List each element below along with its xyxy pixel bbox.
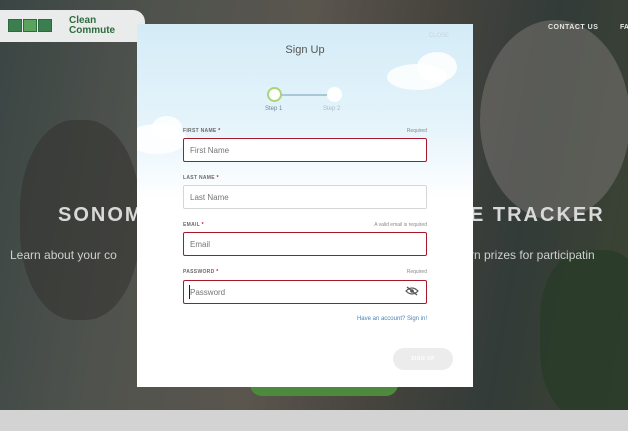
nav-item-partial[interactable]: FA — [620, 24, 628, 31]
step-2-label: Step 2 — [323, 106, 341, 112]
text-cursor — [189, 285, 190, 299]
step-1-label: Step 1 — [265, 106, 283, 112]
brand-name: Clean Commute — [69, 16, 115, 36]
signup-modal: CLOSE Sign Up Step 1 Step 2 FIRST NAME *… — [137, 24, 473, 387]
password-input[interactable] — [183, 280, 427, 304]
sign-up-button[interactable]: SIGN UP — [393, 348, 453, 370]
close-button[interactable]: CLOSE — [429, 33, 449, 39]
email-hint: A valid email is required — [374, 222, 427, 228]
password-label: PASSWORD * — [183, 269, 219, 275]
password-field — [137, 279, 473, 305]
email-input[interactable] — [183, 232, 427, 256]
hero-title-right: E TRACKER — [470, 204, 605, 226]
hero-subtitle-right: rn prizes for participatin — [470, 248, 595, 262]
clean-commute-logo-icon — [8, 19, 52, 32]
brand-line-2: Commute — [69, 25, 116, 36]
nav-contact-us[interactable]: CONTACT US — [548, 24, 598, 31]
eye-slash-icon[interactable] — [405, 286, 419, 296]
sign-in-link[interactable]: Have an account? Sign in! — [357, 316, 427, 322]
first-name-input[interactable] — [183, 138, 427, 162]
last-name-input[interactable] — [183, 185, 427, 209]
signup-stepper: Step 1 Step 2 — [265, 84, 345, 119]
email-label: EMAIL * — [183, 222, 204, 228]
hero-subtitle-left: Learn about your co — [10, 248, 117, 262]
password-hint: Required — [406, 269, 427, 275]
step-2-indicator — [327, 87, 342, 102]
first-name-hint: Required — [406, 128, 427, 134]
step-1-indicator — [267, 87, 282, 102]
page-footer-strip — [0, 410, 628, 431]
first-name-label: FIRST NAME * — [183, 128, 221, 134]
modal-title: Sign Up — [285, 44, 325, 56]
hero-title-left: SONOM — [58, 204, 144, 226]
last-name-label: LAST NAME * — [183, 175, 219, 181]
